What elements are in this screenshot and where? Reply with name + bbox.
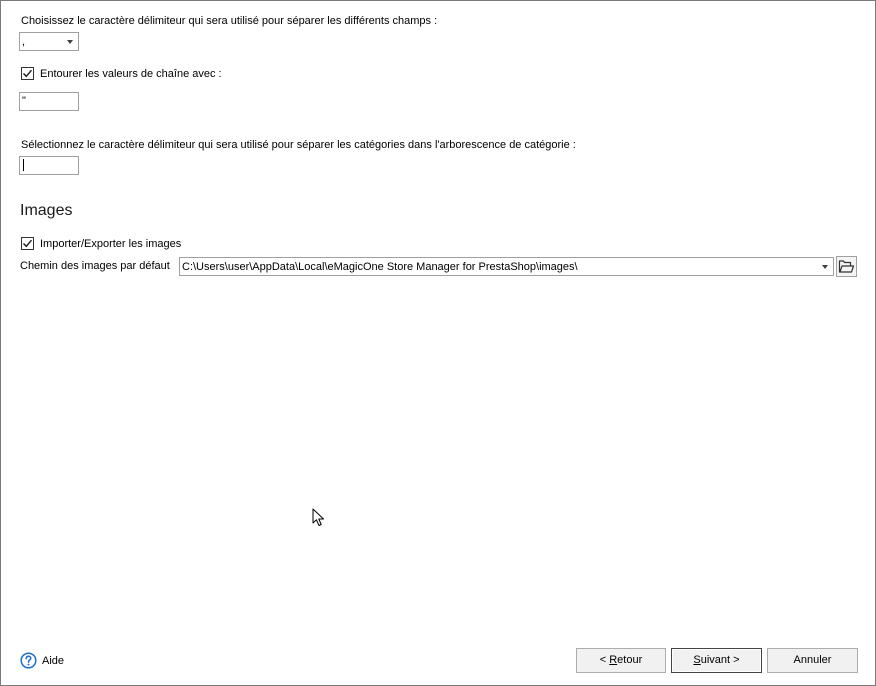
quote-strings-checkbox[interactable]	[21, 67, 34, 80]
text-caret	[23, 159, 24, 172]
cancel-button[interactable]: Annuler	[767, 648, 858, 673]
checkmark-icon	[22, 239, 33, 248]
images-path-combobox[interactable]: C:\Users\user\AppData\Local\eMagicOne St…	[179, 257, 834, 276]
mouse-cursor-icon	[312, 508, 324, 526]
images-path-label: Chemin des images par défaut	[20, 260, 170, 272]
next-mnemonic: S	[693, 654, 701, 666]
chevron-down-icon	[67, 40, 73, 44]
checkmark-icon	[22, 69, 33, 78]
field-delimiter-dropdown[interactable]: ,	[19, 32, 79, 51]
open-folder-icon	[838, 260, 855, 273]
back-label: etour	[617, 654, 643, 666]
category-delimiter-input[interactable]	[19, 156, 79, 175]
images-path-value: C:\Users\user\AppData\Local\eMagicOne St…	[182, 261, 578, 273]
help-link[interactable]: Aide	[42, 654, 64, 668]
next-label: uivant >	[700, 654, 740, 666]
import-export-images-checkbox[interactable]	[21, 237, 34, 250]
quote-character-input[interactable]: "	[19, 92, 79, 111]
back-mnemonic: R	[609, 654, 618, 666]
field-delimiter-value: ,	[22, 36, 26, 48]
category-delimiter-label: Sélectionnez le caractère délimiteur qui…	[21, 139, 576, 151]
import-wizard-window: Choisissez le caractère délimiteur qui s…	[0, 0, 876, 686]
next-button[interactable]: Suivant >	[671, 648, 762, 673]
import-export-images-label: Importer/Exporter les images	[40, 238, 182, 250]
help-icon[interactable]	[20, 652, 37, 669]
images-section-title: Images	[20, 202, 73, 219]
chevron-down-icon	[822, 265, 828, 269]
field-delimiter-label: Choisissez le caractère délimiteur qui s…	[21, 15, 438, 27]
quote-strings-label: Entourer les valeurs de chaîne avec :	[40, 68, 222, 80]
back-button[interactable]: < Retour	[576, 648, 666, 673]
browse-folder-button[interactable]	[836, 256, 857, 277]
